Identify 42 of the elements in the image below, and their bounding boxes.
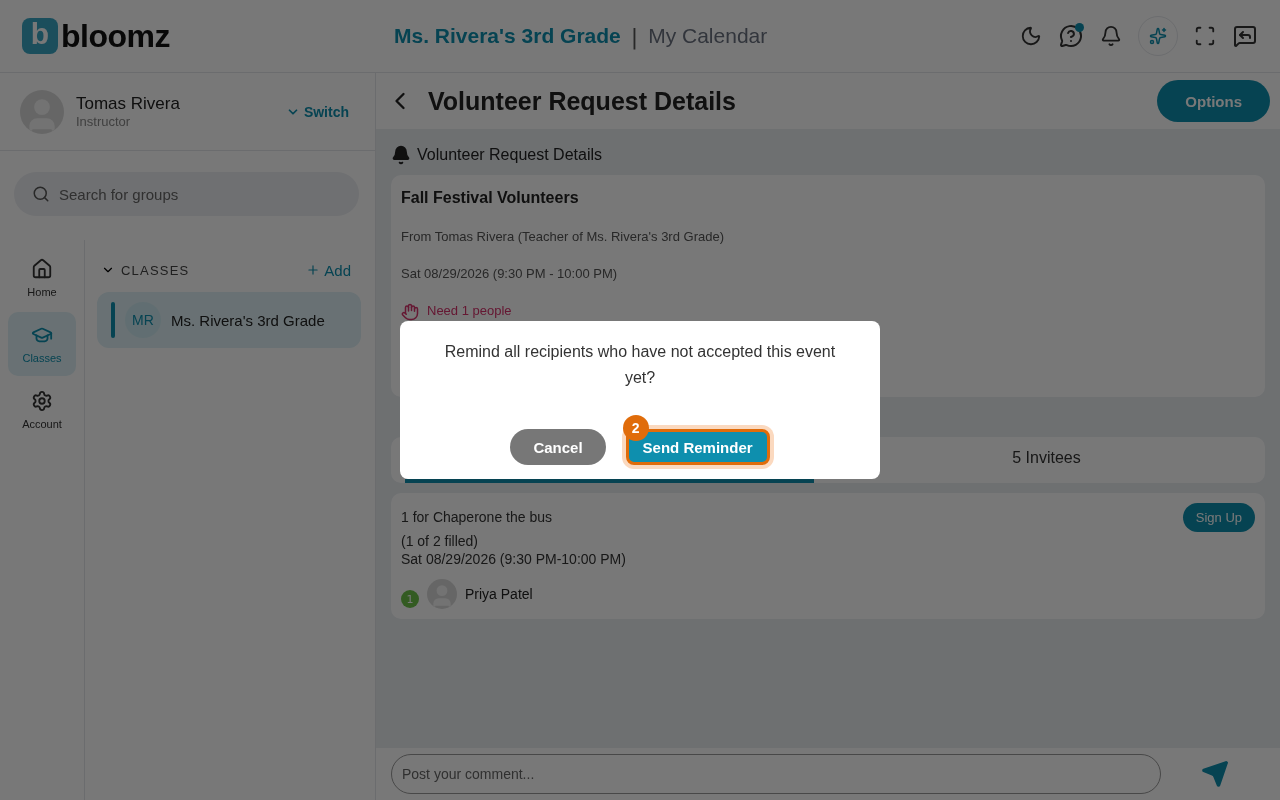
step-badge: 2 [622,415,649,441]
section-title: Volunteer Request Details [417,146,602,164]
people-needed: Need 1 people [427,303,512,318]
plus-icon [306,263,321,277]
event-title: Fall Festival Volunteers [401,189,580,207]
settings-icon [31,390,53,412]
send-icon[interactable] [1201,760,1229,788]
event-date: Sat 08/29/2026 (9:30 PM - 10:00 PM) [401,266,619,281]
event-organizer: From Tomas Rivera (Teacher of Ms. Rivera's 3rd Grade) [401,229,725,244]
user-role: Instructor [76,114,132,129]
nav-item[interactable]: Classes [8,312,76,376]
sign-up-button[interactable]: Sign Up [1182,503,1255,532]
slot-filled: (1 of 2 filled) [401,533,479,549]
dialog-message: Remind all recipients who have not accepted this event yet? [443,342,837,389]
message-reply-icon[interactable] [1232,23,1258,49]
title-separator: | [630,23,639,49]
bell-icon [391,145,411,165]
nav-item[interactable]: Account [8,378,76,442]
logo-text: bloomz [61,17,170,55]
tab[interactable]: 5 Invitees [842,437,1251,483]
page-heading: Volunteer Request Details [428,86,736,116]
class-initials: MR [125,302,161,338]
volunteer-name: Priya Patel [465,586,533,602]
options-button[interactable]: Options [1157,80,1270,122]
add-button[interactable]: Add [300,260,357,280]
switch-button[interactable]: Switch [279,102,355,121]
user-name: Tomas Rivera [76,94,180,114]
help-chat-icon[interactable] [1058,23,1084,49]
page-title: My Calendar [648,24,768,48]
section-heading: CLASSES [121,262,190,278]
cancel-button[interactable]: Cancel [510,429,606,465]
search-field[interactable]: Search for groups [14,172,359,216]
slot-time: Sat 08/29/2026 (9:30 PM-10:00 PM) [401,551,626,567]
nav-item[interactable]: Home [8,246,76,310]
logo-mark: b [22,18,58,54]
group-title: Ms. Rivera's 3rd Grade [394,24,621,48]
slot-title: 1 for Chaperone the bus [401,509,552,525]
home-icon [31,258,53,280]
volunteer-number: 1 [401,590,419,608]
hand-icon [401,303,419,321]
comment-field[interactable]: Post your comment... [391,754,1161,794]
class-item[interactable]: MR Ms. Rivera's 3rd Grade [97,292,361,348]
